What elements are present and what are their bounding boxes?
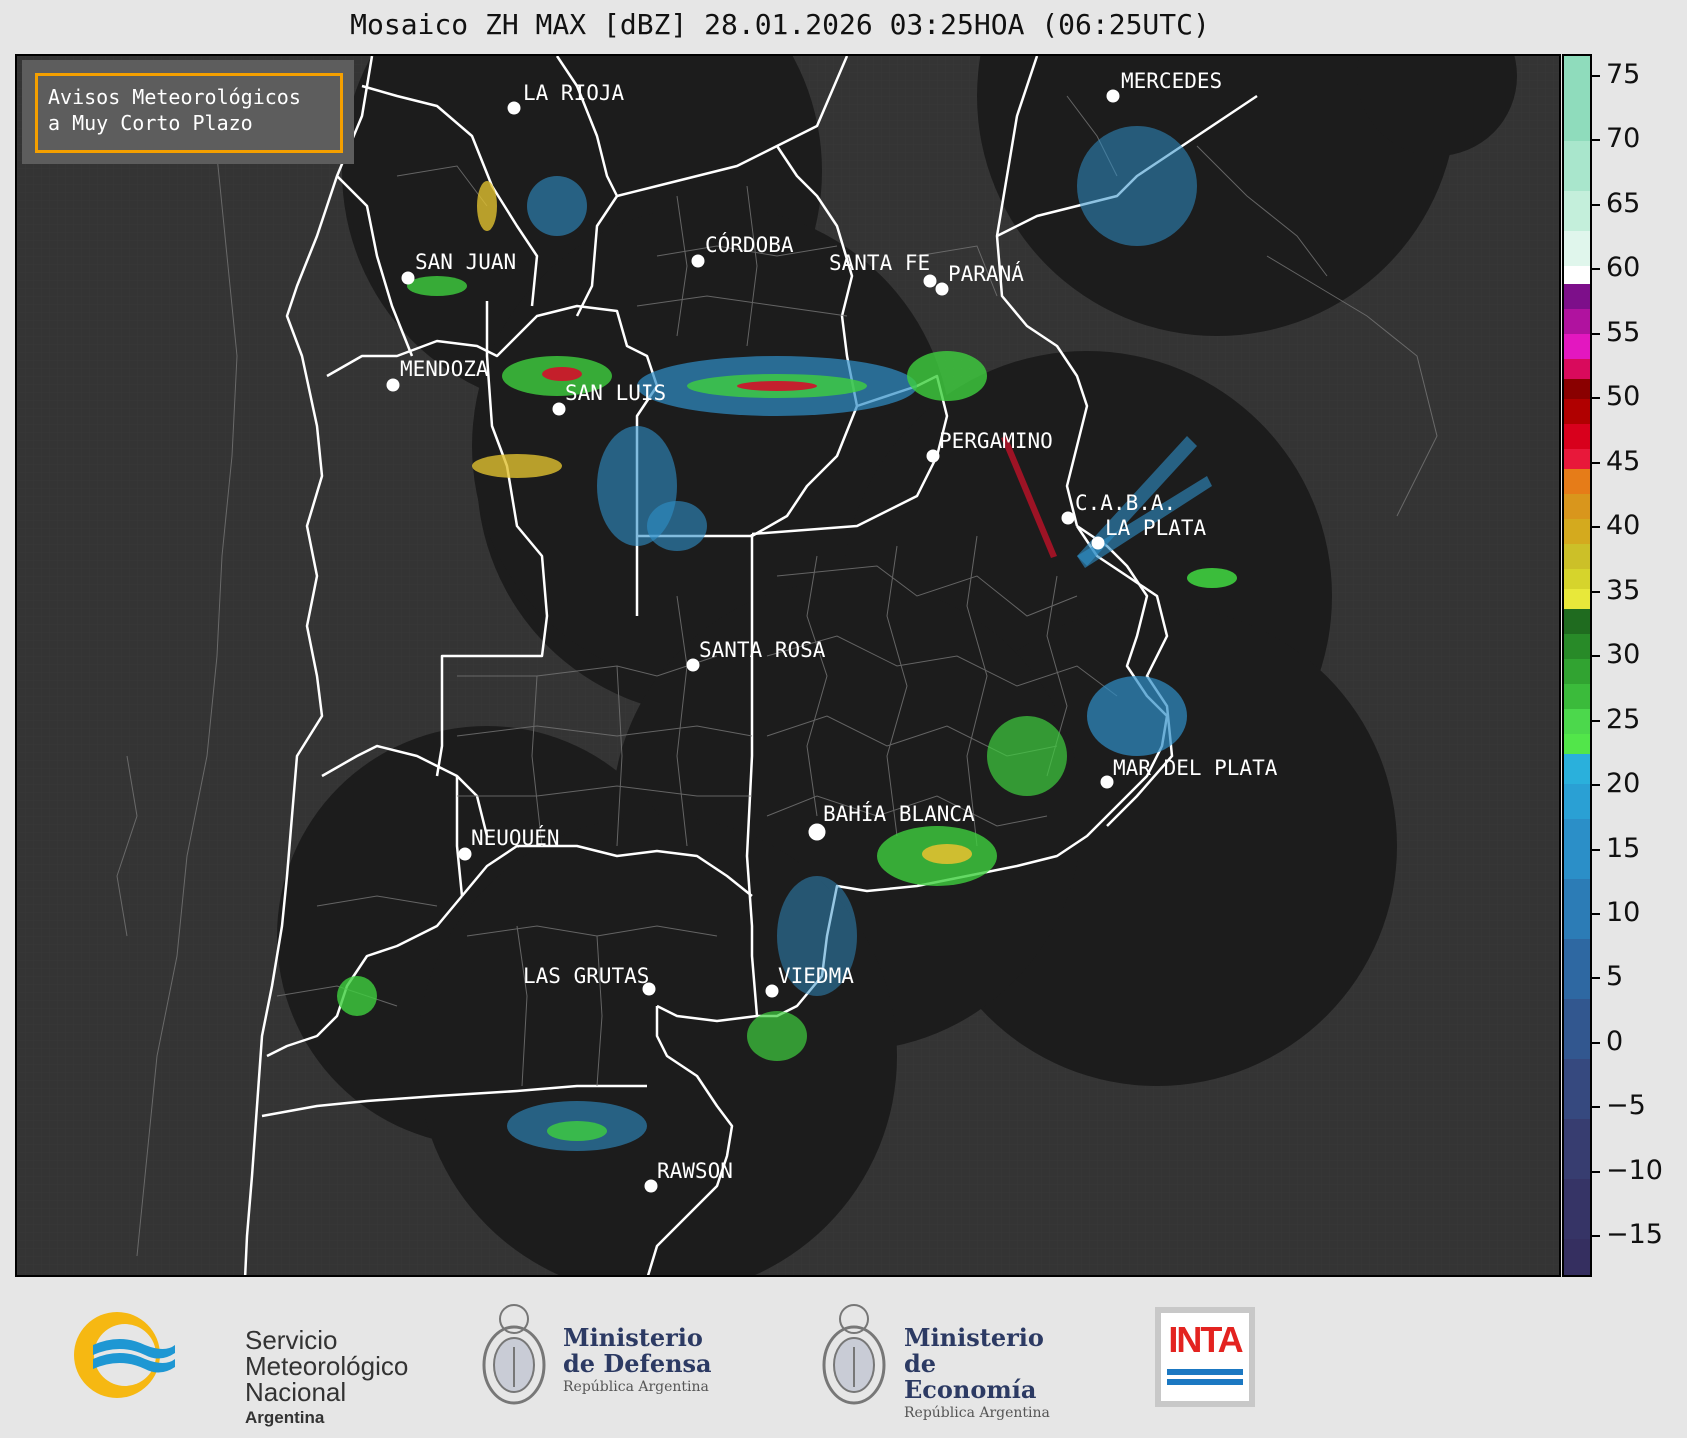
inta-logo: INTA	[1155, 1307, 1255, 1407]
city-marker	[507, 101, 521, 115]
city-label-bahia-blanca: BAHÍA BLANCA	[823, 801, 975, 826]
city-label-pergamino: PERGAMINO	[939, 429, 1053, 453]
inta-label: INTA	[1168, 1319, 1243, 1360]
national-seal-icon	[822, 1304, 886, 1405]
radar-map-canvas: LA RIOJA MERCEDES CÓRDOBA SAN JUAN SANTA…	[17, 56, 1559, 1275]
city-marker	[1061, 511, 1075, 525]
city-marker	[1100, 775, 1114, 789]
city-marker	[386, 378, 400, 392]
city-label-viedma: VIEDMA	[778, 964, 854, 988]
city-label-rawson: RAWSON	[657, 1159, 733, 1183]
city-label-san-luis: SAN LUIS	[565, 381, 666, 405]
city-label-santa-rosa: SANTA ROSA	[699, 638, 826, 662]
city-marker	[935, 282, 949, 296]
city-label-mar-del-plata: MAR DEL PLATA	[1113, 756, 1278, 780]
city-label-parana: PARANÁ	[948, 261, 1024, 286]
city-label-neuquen: NEUQUÉN	[471, 825, 560, 850]
city-marker	[1091, 536, 1105, 550]
warning-badge-line2: a Muy Corto Plazo	[48, 111, 253, 135]
smn-country: Argentina	[245, 1408, 325, 1427]
economia-text: Ministerio de Economía República Argenti…	[904, 1323, 1068, 1422]
city-label-san-juan: SAN JUAN	[415, 250, 516, 274]
city-label-caba: C.A.B.A.	[1075, 491, 1176, 515]
defensa-sub: República Argentina	[563, 1379, 709, 1395]
smn-line1: Servicio	[245, 1325, 338, 1355]
warning-badge: Avisos Meteorológicos a Muy Corto Plazo	[22, 60, 354, 164]
city-marker	[691, 254, 705, 268]
city-marker	[401, 271, 415, 285]
warning-badge-line1: Avisos Meteorológicos	[48, 85, 301, 109]
smn-emblem-icon	[74, 1312, 175, 1398]
city-label-cordoba: CÓRDOBA	[705, 232, 794, 257]
warning-badge-frame: Avisos Meteorológicos a Muy Corto Plazo	[35, 73, 343, 153]
economia-logo: Ministerio de Economía República Argenti…	[818, 1297, 1068, 1422]
economia-sub: República Argentina	[904, 1405, 1050, 1421]
smn-name: Servicio Meteorológico Nacional Argentin…	[245, 1327, 408, 1431]
smn-logo: Servicio Meteorológico Nacional Argentin…	[65, 1305, 408, 1427]
city-label-la-rioja: LA RIOJA	[523, 81, 625, 105]
city-marker	[1106, 89, 1120, 103]
defensa-logo: Ministerio de Defensa República Argentin…	[478, 1297, 718, 1422]
economia-line2: de Economía	[904, 1349, 1037, 1404]
sponsor-logos: Servicio Meteorológico Nacional Argentin…	[0, 1285, 1687, 1438]
defensa-text: Ministerio de Defensa República Argentin…	[563, 1323, 712, 1396]
smn-line3: Nacional	[245, 1377, 347, 1407]
city-label-mendoza: MENDOZA	[400, 357, 489, 381]
city-label-mercedes: MERCEDES	[1121, 69, 1222, 93]
city-label-las-grutas: LAS GRUTAS	[523, 964, 649, 988]
city-label-la-plata: LA PLATA	[1105, 516, 1207, 540]
city-marker	[458, 847, 472, 861]
defensa-line1: Ministerio	[563, 1323, 703, 1352]
city-marker	[926, 449, 940, 463]
economia-line1: Ministerio	[904, 1323, 1044, 1352]
map-title: Mosaico ZH MAX [dBZ] 28.01.2026 03:25HOA…	[350, 8, 1210, 41]
defensa-line2: de Defensa	[563, 1349, 712, 1378]
city-marker	[552, 402, 566, 416]
smn-line2: Meteorológico	[245, 1351, 409, 1381]
city-marker	[808, 823, 826, 841]
national-seal-icon	[482, 1304, 546, 1405]
city-marker	[923, 274, 937, 288]
city-marker	[686, 658, 700, 672]
city-marker	[644, 1179, 658, 1193]
radar-map[interactable]: LA RIOJA MERCEDES CÓRDOBA SAN JUAN SANTA…	[15, 54, 1561, 1277]
city-label-santa-fe: SANTA FE	[829, 251, 930, 275]
colorbar	[1562, 54, 1592, 1277]
colorbar-ticks: 75 70 65 60 55 50 45 40 35 30 25 20 15 1…	[1592, 54, 1687, 1277]
city-marker	[765, 984, 779, 998]
